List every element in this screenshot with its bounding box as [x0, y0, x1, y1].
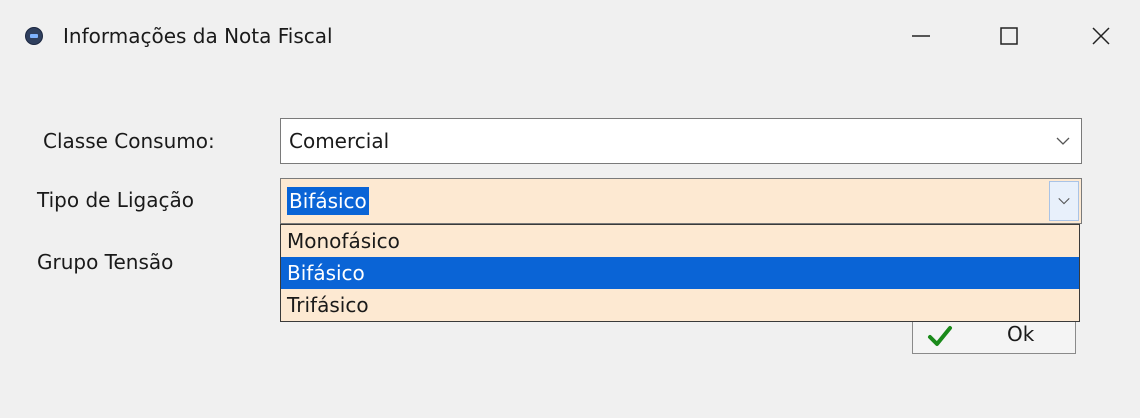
option-trifasico[interactable]: Trifásico	[281, 289, 1079, 321]
minimize-icon	[912, 35, 930, 37]
app-icon	[25, 27, 43, 45]
tipo-ligacao-label: Tipo de Ligação	[37, 188, 194, 212]
minimize-button[interactable]	[898, 14, 944, 58]
close-icon	[1092, 27, 1110, 45]
chevron-down-icon	[1058, 197, 1070, 205]
tipo-ligacao-value: Bifásico	[287, 187, 369, 215]
title-bar[interactable]: Informações da Nota Fiscal	[0, 0, 1140, 72]
classe-consumo-select[interactable]: Comercial	[280, 118, 1082, 164]
tipo-ligacao-dropdown-list: Monofásico Bifásico Trifásico	[280, 224, 1080, 322]
maximize-icon	[1000, 27, 1018, 45]
tipo-ligacao-dropdown-button[interactable]	[1049, 181, 1079, 221]
ok-label: Ok	[1007, 322, 1035, 346]
grupo-tensao-label: Grupo Tensão	[37, 250, 174, 274]
classe-consumo-value: Comercial	[289, 129, 390, 153]
option-bifasico[interactable]: Bifásico	[281, 257, 1079, 289]
dialog-window: Informações da Nota Fiscal Classe Consum…	[0, 0, 1140, 418]
maximize-button[interactable]	[986, 14, 1032, 58]
ok-button[interactable]: Ok	[912, 320, 1076, 354]
window-title: Informações da Nota Fiscal	[63, 24, 333, 48]
checkmark-icon	[928, 326, 952, 346]
close-button[interactable]	[1078, 14, 1124, 58]
option-monofasico[interactable]: Monofásico	[281, 225, 1079, 257]
chevron-down-icon[interactable]	[1055, 133, 1071, 149]
classe-consumo-label: Classe Consumo:	[43, 129, 215, 153]
tipo-ligacao-select[interactable]: Bifásico	[280, 178, 1082, 224]
